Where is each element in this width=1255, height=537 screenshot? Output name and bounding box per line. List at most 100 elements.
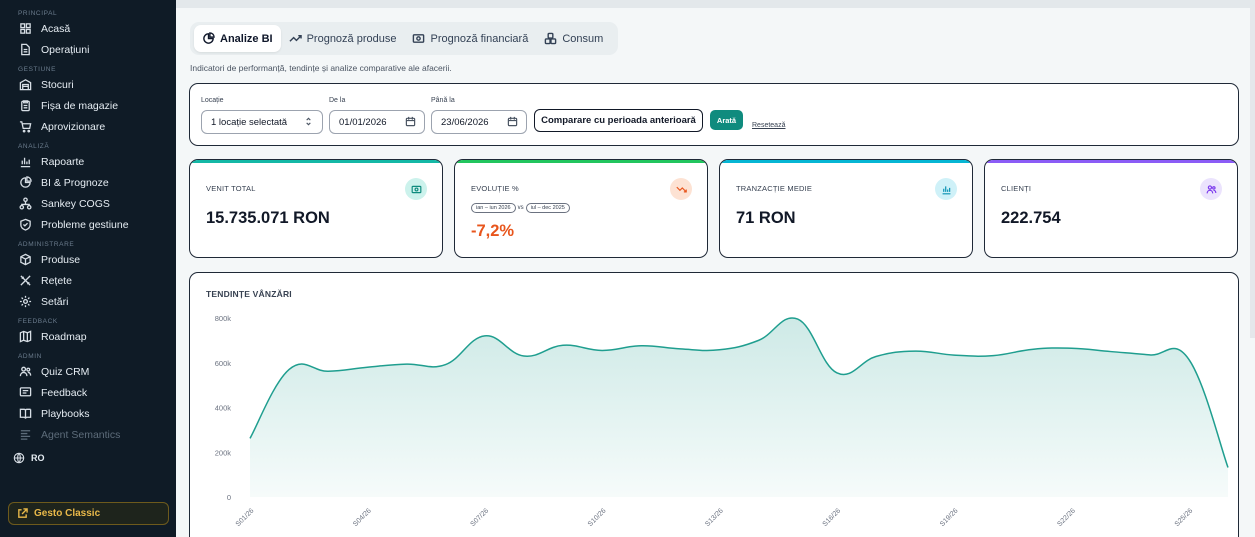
period-badge: ian – iun 2026: [471, 203, 516, 213]
pie-chart-icon: [19, 176, 32, 188]
from-date-input[interactable]: 01/01/2026: [329, 110, 425, 134]
data-point[interactable]: [950, 351, 958, 359]
sidebar-item-retete[interactable]: Rețete: [0, 270, 176, 291]
data-point[interactable]: [285, 365, 293, 373]
data-point[interactable]: [755, 336, 763, 344]
sidebar-item-label: Sankey COGS: [41, 197, 110, 210]
box-icon: [19, 253, 31, 266]
to-date-input[interactable]: 23/06/2026: [431, 110, 527, 134]
data-point[interactable]: [442, 361, 450, 369]
data-point[interactable]: [989, 352, 997, 360]
sidebar-item-feedback[interactable]: Feedback: [0, 382, 176, 403]
data-point[interactable]: [1146, 351, 1154, 359]
data-point[interactable]: [833, 369, 841, 377]
compare-previous-period-button[interactable]: Comparare cu perioada anterioară: [534, 109, 703, 132]
sidebar-item-label: Roadmap: [41, 330, 87, 343]
sidebar-item-agent-semantics[interactable]: Agent Semantics: [0, 424, 176, 445]
money-icon: [413, 34, 425, 43]
sidebar-item-operatiuni[interactable]: Operațiuni: [0, 39, 176, 60]
kpi-card: TRANZACȚIE MEDIE 71 RON: [719, 159, 973, 258]
data-point[interactable]: [520, 352, 528, 360]
sidebar-item-label: Acasă: [41, 22, 71, 35]
y-tick-label: 600k: [215, 359, 232, 368]
data-point[interactable]: [246, 434, 254, 442]
to-label: Până la: [431, 97, 455, 104]
sidebar-item-label: Produse: [41, 253, 81, 266]
x-tick-label: S07/26: [469, 507, 490, 528]
sidebar-item-label: BI & Prognoze: [41, 176, 109, 189]
sidebar-item-label: Probleme gestiune: [41, 218, 129, 231]
period-badge: iul – dec 2025: [525, 203, 570, 213]
pie-chart-icon: [203, 32, 215, 44]
sidebar-section-title: ADMINISTRARE: [18, 241, 75, 248]
data-point[interactable]: [637, 342, 645, 350]
sidebar-item-playbooks[interactable]: Playbooks: [0, 403, 176, 424]
sidebar-item-roadmap[interactable]: Roadmap: [0, 326, 176, 347]
location-label: Locație: [201, 97, 224, 104]
sidebar-item-quiz-crm[interactable]: Quiz CRM: [0, 361, 176, 382]
tab-prognoza-produse[interactable]: Prognoză produse: [281, 25, 405, 52]
sidebar-item-setari[interactable]: Setări: [0, 291, 176, 312]
data-point[interactable]: [363, 363, 371, 371]
users-icon: [1206, 184, 1216, 193]
kpi-label: CLIENȚI: [1001, 184, 1032, 193]
data-point[interactable]: [324, 367, 332, 375]
sales-area-fill: [250, 317, 1228, 497]
x-tick-label: S01/26: [235, 507, 256, 528]
tab-prognoza-financiara[interactable]: Prognoză financiară: [404, 25, 536, 52]
data-point[interactable]: [598, 346, 606, 354]
external-link-icon: [18, 508, 28, 518]
clipboard-icon: [20, 100, 30, 112]
sidebar-item-fisa-de-magazie[interactable]: Fișa de magazie: [0, 95, 176, 116]
reset-link[interactable]: Resetează: [752, 122, 785, 129]
data-point[interactable]: [676, 345, 684, 353]
data-point[interactable]: [1028, 345, 1036, 353]
sidebar-item-label: Quiz CRM: [41, 365, 90, 378]
location-select[interactable]: 1 locație selectată: [201, 110, 323, 134]
data-point[interactable]: [1068, 344, 1076, 352]
y-tick-label: 800k: [215, 314, 232, 323]
kpi-card: EVOLUȚIE % ian – iun 2026 vs iul – dec 2025…: [454, 159, 708, 258]
tab-bar: Analize BI Prognoză produse Prognoză finan…: [190, 22, 618, 55]
language-switcher[interactable]: RO: [0, 447, 176, 469]
document-icon: [20, 43, 30, 56]
message-icon: [19, 387, 31, 397]
sidebar-item-sankey-cogs[interactable]: Sankey COGS: [0, 193, 176, 214]
scrollbar[interactable]: [1250, 8, 1255, 338]
calendar-icon: [507, 116, 518, 127]
data-point[interactable]: [402, 360, 410, 368]
data-point[interactable]: [872, 352, 880, 360]
data-point[interactable]: [715, 346, 723, 354]
data-point[interactable]: [1185, 355, 1193, 363]
data-point[interactable]: [794, 315, 802, 323]
data-point[interactable]: [559, 341, 567, 349]
data-point[interactable]: [1224, 463, 1232, 471]
kpi-card: CLIENȚI 222.754: [984, 159, 1238, 258]
sidebar-item-aprovizionare[interactable]: Aprovizionare: [0, 116, 176, 137]
sidebar-item-produse[interactable]: Produse: [0, 249, 176, 270]
kpi-value: -7,2%: [471, 222, 515, 240]
data-point[interactable]: [481, 332, 489, 340]
data-point[interactable]: [1107, 348, 1115, 356]
kpi-card: VENIT TOTAL 15.735.071 RON: [189, 159, 443, 258]
data-point[interactable]: [911, 347, 919, 355]
bar-chart-icon: [20, 157, 30, 168]
book-icon: [19, 408, 31, 419]
show-button[interactable]: Arată: [710, 110, 743, 130]
x-tick-label: S22/26: [1056, 507, 1077, 528]
sidebar-item-label: Fișa de magazie: [41, 99, 119, 112]
sidebar: PRINCIPAL Acasă Operațiuni GESTIUNE Stocuri F…: [0, 0, 176, 537]
gesto-classic-button[interactable]: Gesto Classic: [8, 502, 169, 525]
cart-icon: [19, 121, 31, 133]
sidebar-item-stocuri[interactable]: Stocuri: [0, 74, 176, 95]
kpi-value: 222.754: [1001, 209, 1061, 227]
tab-analize-bi[interactable]: Analize BI: [194, 25, 281, 52]
sidebar-item-probleme-gestiune[interactable]: Probleme gestiune: [0, 214, 176, 235]
sidebar-item-rapoarte[interactable]: Rapoarte: [0, 151, 176, 172]
sales-trend-chart: 0 200k 400k 600k 800k S01/26 S04/26 S07/26 S10/2…: [215, 314, 1232, 528]
sidebar-item-bi-prognoze[interactable]: BI & Prognoze: [0, 172, 176, 193]
tab-consum[interactable]: Consum: [536, 25, 611, 52]
sidebar-item-label: Rețete: [41, 274, 72, 287]
sidebar-item-acasa[interactable]: Acasă: [0, 18, 176, 39]
filters-panel: Locație 1 locație selectată De la 01/01/…: [189, 83, 1239, 146]
